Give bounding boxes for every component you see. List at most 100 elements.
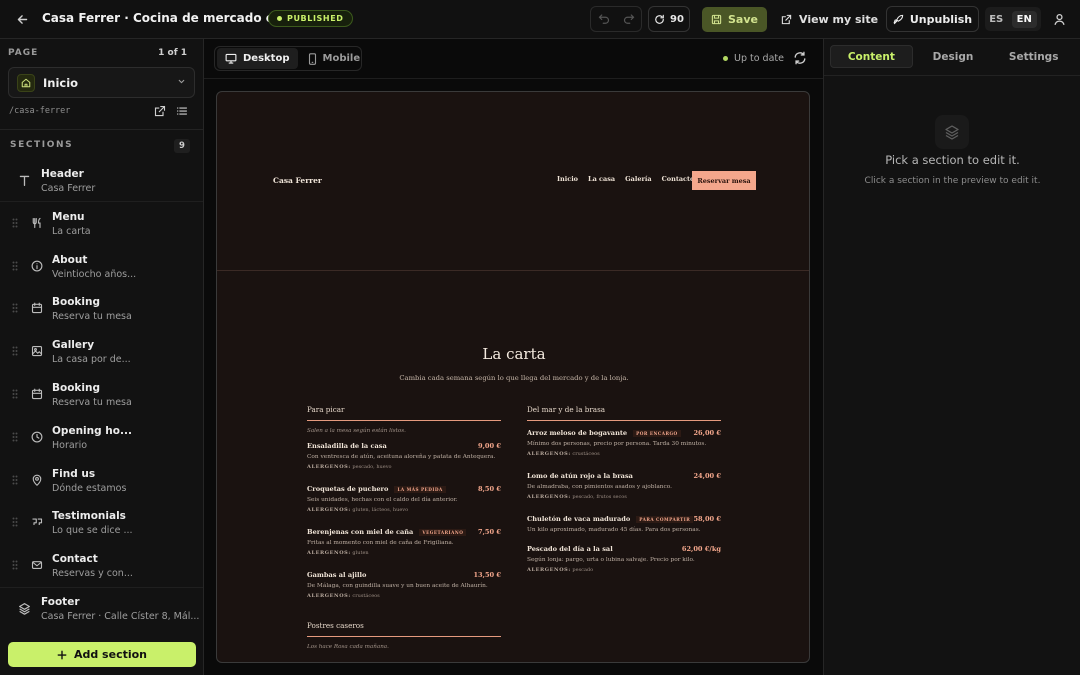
view-my-site-link[interactable]: View my site bbox=[781, 8, 878, 30]
drag-handle-icon[interactable] bbox=[12, 517, 18, 530]
preview-area: Desktop Mobile Up to date Casa Ferrer In… bbox=[204, 39, 823, 675]
section-subtitle: Dónde estamos bbox=[52, 483, 127, 494]
device-desktop-label: Desktop bbox=[243, 53, 290, 64]
allergen-list: crustáceos bbox=[572, 451, 600, 457]
menu-dish: Berenjenas con miel de caña VEGETARIANO … bbox=[307, 528, 501, 556]
dish-price: 9,00 € bbox=[478, 442, 501, 450]
chevron-down-icon bbox=[177, 76, 186, 89]
dish-allergens: ALERGENOS: pescado, frutos secos bbox=[527, 494, 721, 500]
tab-design[interactable]: Design bbox=[913, 45, 994, 68]
preview-reserve-button[interactable]: Reservar mesa bbox=[692, 171, 756, 190]
dish-price: 8,50 € bbox=[478, 485, 501, 493]
view-my-site-label: View my site bbox=[799, 12, 879, 26]
lang-es[interactable]: ES bbox=[989, 14, 1003, 25]
monitor-icon bbox=[225, 53, 237, 64]
drag-handle-icon[interactable] bbox=[12, 303, 18, 316]
dish-name: Gambas al ajillo bbox=[307, 571, 367, 579]
preview-nav: Inicio La casa Galería Contacto bbox=[557, 175, 694, 183]
drag-handle-icon[interactable] bbox=[12, 432, 18, 445]
dish-name: Ensaladilla de la casa bbox=[307, 442, 387, 450]
section-title: Menu bbox=[52, 211, 85, 223]
section-item-contact[interactable]: Contact Reservas y con... bbox=[0, 545, 203, 587]
redo-icon[interactable] bbox=[623, 12, 635, 27]
regenerate-credits-button[interactable]: 90 bbox=[648, 6, 690, 32]
preview-menu-column: Del mar y de la brasa Arroz meloso de bo… bbox=[527, 405, 721, 573]
sections-count-badge: 9 bbox=[174, 139, 190, 153]
section-item-about[interactable]: About Veintiocho años... bbox=[0, 246, 203, 288]
unpublish-button[interactable]: Unpublish bbox=[886, 6, 979, 32]
preview-nav-link[interactable]: Galería bbox=[625, 175, 651, 183]
sync-status-label: Up to date bbox=[734, 53, 784, 64]
dish-allergens: ALERGENOS: pescado bbox=[527, 567, 721, 573]
tab-content[interactable]: Content bbox=[830, 45, 913, 68]
dish-allergens: ALERGENOS: gluten, lácteos, huevo bbox=[307, 507, 501, 513]
dish-price: 7,50 € bbox=[478, 528, 501, 536]
menu-dish: Pescado del día a la sal 62,00 €/kg Segú… bbox=[527, 545, 721, 573]
section-item-booking-2[interactable]: Booking Reserva tu mesa bbox=[0, 374, 203, 416]
section-title: Header bbox=[41, 168, 84, 180]
layers-icon bbox=[18, 602, 31, 618]
drag-handle-icon[interactable] bbox=[12, 261, 18, 274]
drag-handle-icon[interactable] bbox=[12, 389, 18, 402]
drag-handle-icon[interactable] bbox=[12, 218, 18, 231]
undo-icon[interactable] bbox=[598, 12, 610, 27]
dish-tag: POR ENCARGO bbox=[633, 429, 681, 437]
device-toggle: Desktop Mobile bbox=[214, 46, 362, 71]
user-icon[interactable] bbox=[1049, 9, 1069, 29]
menu-dish: Lomo de atún rojo a la brasa 24,00 € De … bbox=[527, 472, 721, 500]
section-item-find-us[interactable]: Find us Dónde estamos bbox=[0, 460, 203, 502]
section-item-menu[interactable]: Menu La carta bbox=[0, 203, 203, 245]
back-arrow-icon[interactable] bbox=[10, 8, 34, 30]
status-badge: PUBLISHED bbox=[268, 10, 353, 27]
drag-handle-icon[interactable] bbox=[12, 560, 18, 573]
section-item-footer[interactable]: Footer Casa Ferrer · Calle Císter 8, Mál… bbox=[0, 587, 203, 629]
language-switch: ES EN bbox=[985, 7, 1041, 31]
dish-description: De almadraba, con pimientos asados y ajo… bbox=[527, 484, 673, 490]
allergen-list: gluten bbox=[352, 550, 369, 556]
site-preview[interactable]: Casa Ferrer Inicio La casa Galería Conta… bbox=[216, 91, 810, 663]
section-item-testimonials[interactable]: Testimonials Lo que se dice ... bbox=[0, 502, 203, 544]
calendar-icon bbox=[31, 302, 43, 317]
preview-nav-link[interactable]: La casa bbox=[588, 175, 615, 183]
preview-nav-link[interactable]: Contacto bbox=[662, 175, 695, 183]
allergen-label: ALERGENOS: bbox=[307, 593, 351, 599]
section-item-header[interactable]: Header Casa Ferrer bbox=[0, 160, 203, 202]
allergen-label: ALERGENOS: bbox=[527, 567, 571, 573]
dish-description: Con ventresca de atún, aceituna aloreña … bbox=[307, 454, 496, 460]
drag-handle-icon[interactable] bbox=[12, 475, 18, 488]
image-icon bbox=[31, 345, 43, 360]
page-select[interactable]: Inicio bbox=[8, 67, 195, 98]
allergen-list: pescado, frutos secos bbox=[572, 494, 627, 500]
open-external-icon[interactable] bbox=[154, 105, 166, 120]
list-icon[interactable] bbox=[176, 105, 188, 120]
page-actions bbox=[154, 105, 188, 120]
menu-column-note: Salen a la mesa según están listos. bbox=[307, 428, 406, 434]
text-icon bbox=[18, 174, 31, 190]
dish-allergens: ALERGENOS: gluten bbox=[307, 550, 501, 556]
device-desktop-tab[interactable]: Desktop bbox=[217, 48, 298, 69]
lang-en[interactable]: EN bbox=[1011, 10, 1037, 28]
preview-nav-link[interactable]: Inicio bbox=[557, 175, 578, 183]
save-button[interactable]: Save bbox=[702, 7, 767, 32]
section-item-opening-hours[interactable]: Opening ho... Horario bbox=[0, 417, 203, 459]
section-subtitle: Casa Ferrer bbox=[41, 183, 96, 194]
device-mobile-tab[interactable]: Mobile bbox=[300, 48, 369, 69]
allergen-list: pescado, huevo bbox=[352, 464, 392, 470]
tab-settings[interactable]: Settings bbox=[993, 45, 1074, 68]
divider bbox=[824, 75, 1080, 76]
preview-brand[interactable]: Casa Ferrer bbox=[273, 176, 322, 185]
menu-dish: Gambas al ajillo 13,50 € De Málaga, con … bbox=[307, 571, 501, 599]
section-item-gallery[interactable]: Gallery La casa por de... bbox=[0, 331, 203, 373]
drag-handle-icon[interactable] bbox=[12, 346, 18, 359]
refresh-icon[interactable] bbox=[793, 51, 807, 68]
status-dot-icon bbox=[723, 56, 728, 61]
divider bbox=[0, 129, 203, 130]
add-section-button[interactable]: Add section bbox=[8, 642, 196, 667]
menu-dish: Arroz meloso de bogavante POR ENCARGO 26… bbox=[527, 429, 721, 457]
plus-icon bbox=[57, 650, 67, 659]
page-slug: /casa-ferrer bbox=[9, 106, 71, 116]
dish-price: 24,00 € bbox=[693, 472, 721, 480]
section-item-booking[interactable]: Booking Reserva tu mesa bbox=[0, 288, 203, 330]
menu-column-note: Los hace Rosa cada mañana. bbox=[307, 644, 389, 650]
divider bbox=[204, 78, 823, 79]
